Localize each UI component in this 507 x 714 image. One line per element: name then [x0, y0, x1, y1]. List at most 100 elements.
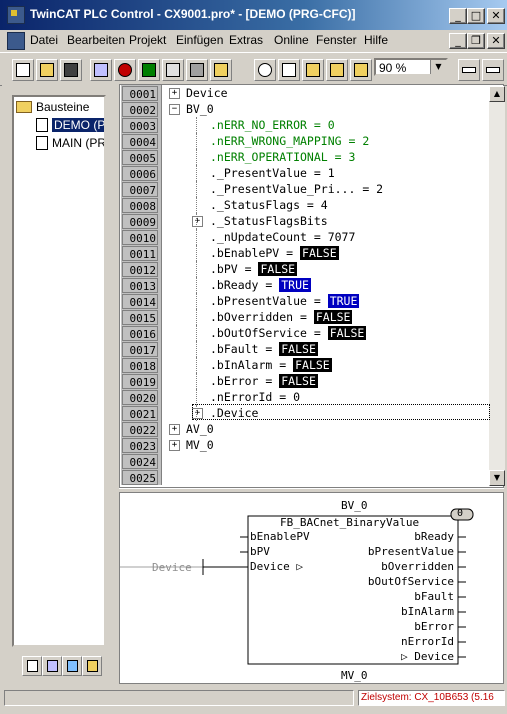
- scroll-down-icon[interactable]: ▼: [489, 470, 505, 486]
- print-icon[interactable]: [186, 59, 208, 81]
- watch-expression: ._nUpdateCount = 7077: [210, 230, 356, 244]
- zoom-select[interactable]: 90 % ▼: [374, 58, 448, 76]
- save-icon[interactable]: [60, 59, 82, 81]
- vertical-scrollbar[interactable]: ▲ ▼: [489, 86, 505, 486]
- target-system-status: Zielsystem: CX_10B653 (5.16: [358, 690, 505, 706]
- tree-guide-line: [196, 277, 197, 293]
- line-number: 0006: [122, 166, 158, 181]
- new-icon[interactable]: [12, 59, 34, 81]
- line-number: 0014: [122, 294, 158, 309]
- watch-expression: ._StatusFlagsBits: [210, 214, 328, 228]
- watch-line[interactable]: .bError = FALSE: [210, 373, 318, 389]
- find-icon[interactable]: [326, 59, 348, 81]
- watch-line[interactable]: ._StatusFlags = 4: [210, 197, 328, 213]
- tree-item-main[interactable]: MAIN (PR: [36, 135, 104, 151]
- maximize-button[interactable]: □: [467, 8, 485, 24]
- step-icon[interactable]: [162, 59, 184, 81]
- menu-hilfe[interactable]: Hilfe: [364, 33, 388, 47]
- watch-line[interactable]: ._PresentValue = 1: [210, 165, 335, 181]
- open-icon[interactable]: [36, 59, 58, 81]
- scroll-up-icon[interactable]: ▲: [489, 86, 505, 102]
- tree-item-label: DEMO (PR: [52, 118, 104, 132]
- watch-expression: .bPV =: [210, 262, 259, 276]
- menu-bearbeiten[interactable]: Bearbeiten: [67, 33, 125, 47]
- watch-expression: .bEnablePV =: [210, 246, 301, 260]
- watch-line[interactable]: BV_0: [186, 101, 214, 117]
- watch-expression: .bError =: [210, 374, 280, 388]
- expand-icon[interactable]: +: [169, 88, 180, 99]
- tree-root[interactable]: Bausteine: [16, 99, 89, 115]
- expand-icon[interactable]: +: [192, 216, 203, 227]
- watch-line[interactable]: .bInAlarm = FALSE: [210, 357, 332, 373]
- watch-line[interactable]: .nErrorId = 0: [210, 389, 300, 405]
- watch-line[interactable]: .bReady = TRUE: [210, 277, 311, 293]
- output-pin: bFault: [414, 590, 454, 603]
- collapse-icon[interactable]: −: [169, 104, 180, 115]
- watch-line[interactable]: .bFault = FALSE: [210, 341, 318, 357]
- chevron-down-icon[interactable]: ▼: [430, 60, 446, 74]
- pou-tab[interactable]: [22, 656, 42, 676]
- document-icon: [36, 136, 48, 150]
- watch-line[interactable]: AV_0: [186, 421, 214, 437]
- datatypes-tab[interactable]: [42, 656, 62, 676]
- copy-icon[interactable]: [278, 59, 300, 81]
- tile-horizontal-icon[interactable]: [458, 59, 480, 81]
- compile-icon[interactable]: [90, 59, 112, 81]
- mdi-minimize-button[interactable]: _: [449, 33, 467, 49]
- menu-fenster[interactable]: Fenster: [316, 33, 357, 47]
- expand-icon[interactable]: +: [169, 440, 180, 451]
- minimize-button[interactable]: _: [449, 8, 467, 24]
- watch-line[interactable]: .bPV = FALSE: [210, 261, 298, 277]
- line-number: 0024: [122, 454, 158, 469]
- watch-line[interactable]: ._nUpdateCount = 7077: [210, 229, 355, 245]
- watch-expression: .nERR_NO_ERROR = 0: [210, 118, 335, 132]
- close-button[interactable]: ✕: [487, 8, 505, 24]
- watch-line[interactable]: .bOverridden = FALSE: [210, 309, 353, 325]
- expand-icon[interactable]: +: [169, 424, 180, 435]
- line-number: 0020: [122, 390, 158, 405]
- replace-icon[interactable]: [350, 59, 372, 81]
- watch-line[interactable]: ._StatusFlagsBits: [210, 213, 328, 229]
- paste-icon[interactable]: [302, 59, 324, 81]
- menu-einfuegen[interactable]: Einfügen: [176, 33, 223, 47]
- boolean-value: FALSE: [300, 246, 339, 260]
- watch-line[interactable]: .nERR_NO_ERROR = 0: [210, 117, 335, 133]
- stop-icon[interactable]: [114, 59, 136, 81]
- cfc-editor[interactable]: BV_0 0 FB_BACnet_BinaryValue Device bEna…: [119, 492, 504, 684]
- menu-projekt[interactable]: Projekt: [129, 33, 166, 47]
- run-icon[interactable]: [138, 59, 160, 81]
- line-number: 0013: [122, 278, 158, 293]
- watch-line[interactable]: .bEnablePV = FALSE: [210, 245, 339, 261]
- menu-extras[interactable]: Extras: [229, 33, 263, 47]
- watch-expression: ._PresentValue_Pri... = 2: [210, 182, 384, 196]
- menu-online[interactable]: Online: [274, 33, 309, 47]
- login-icon[interactable]: [210, 59, 232, 81]
- watch-line[interactable]: MV_0: [186, 437, 214, 453]
- watch-line[interactable]: Device: [186, 85, 228, 101]
- line-number: 0017: [122, 342, 158, 357]
- tree-guide-line: [196, 309, 197, 325]
- watch-line[interactable]: ._PresentValue_Pri... = 2: [210, 181, 383, 197]
- watch-line[interactable]: .bPresentValue = TRUE: [210, 293, 360, 309]
- tile-vertical-icon[interactable]: [482, 59, 504, 81]
- mdi-close-button[interactable]: ✕: [487, 33, 505, 49]
- watch-line[interactable]: .nERR_OPERATIONAL = 3: [210, 149, 355, 165]
- tree-item-demo[interactable]: DEMO (PR: [36, 117, 104, 133]
- menu-datei[interactable]: Datei: [30, 33, 58, 47]
- line-number: 0003: [122, 118, 158, 133]
- line-number: 0011: [122, 246, 158, 261]
- watch-expression: .bFault =: [210, 342, 280, 356]
- line-number: 0004: [122, 134, 158, 149]
- cut-icon[interactable]: [254, 59, 276, 81]
- output-pin: bOutOfService: [367, 575, 454, 588]
- tree-guide-line: [196, 373, 197, 389]
- mdi-restore-button[interactable]: ❐: [467, 33, 485, 49]
- resources-tab[interactable]: [82, 656, 102, 676]
- watch-expression: .bOutOfService =: [210, 326, 328, 340]
- visualization-tab[interactable]: [62, 656, 82, 676]
- watch-expression: BV_0: [186, 102, 214, 116]
- watch-line[interactable]: .nERR_WRONG_MAPPING = 2: [210, 133, 369, 149]
- boolean-value: FALSE: [313, 310, 353, 324]
- watch-line[interactable]: .bOutOfService = FALSE: [210, 325, 367, 341]
- input-box-label[interactable]: Device: [152, 561, 192, 574]
